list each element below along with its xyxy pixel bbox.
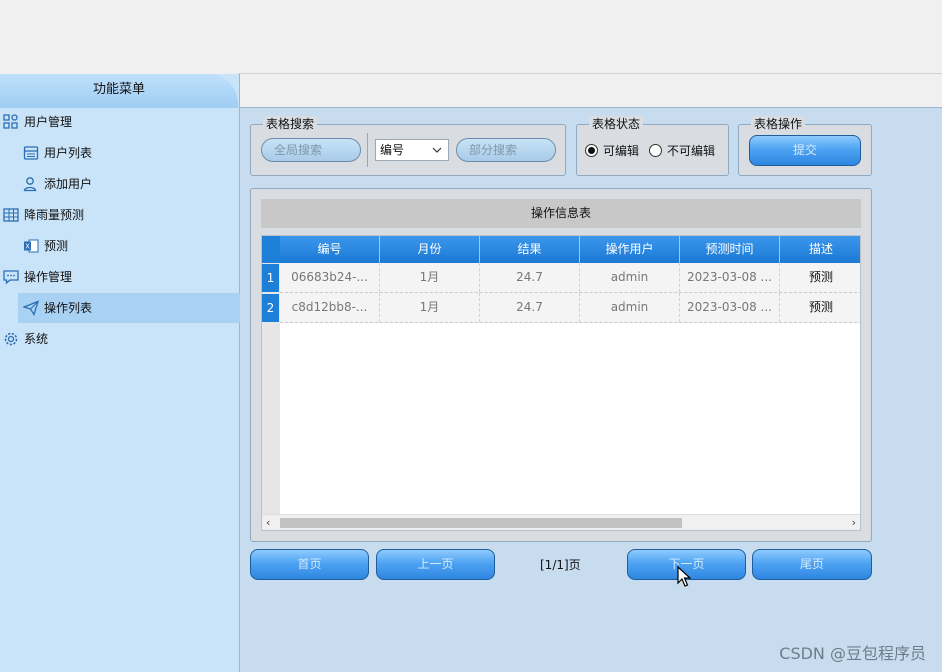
sidebar-item-label: 预测 xyxy=(44,239,69,253)
list-window-icon xyxy=(22,144,40,162)
editable-label: 可编辑 xyxy=(603,144,640,158)
not-editable-label: 不可编辑 xyxy=(667,144,716,158)
table-cell[interactable]: 24.7 xyxy=(480,293,580,322)
submit-button[interactable]: 提交 xyxy=(749,135,861,166)
table-cell[interactable]: 1月 xyxy=(380,293,480,322)
table-state-group-title: 表格状态 xyxy=(589,116,644,132)
sidebar-item-operation-list[interactable]: 操作列表 xyxy=(18,293,240,323)
column-header-result[interactable]: 结果 xyxy=(480,236,580,263)
excel-icon: X xyxy=(22,237,40,255)
row-number[interactable]: 1 xyxy=(262,264,279,292)
sidebar-item-predict[interactable]: X 预测 xyxy=(22,231,238,261)
sidebar-item-system[interactable]: 系统 xyxy=(2,324,238,354)
row-number[interactable]: 2 xyxy=(262,294,279,322)
prev-page-button[interactable]: 上一页 xyxy=(376,549,495,580)
users-grid-icon xyxy=(2,113,20,131)
page-info: [1/1]页 xyxy=(540,558,581,572)
scroll-left-icon[interactable]: ‹ xyxy=(266,515,270,530)
sidebar-item-label: 降雨量预测 xyxy=(24,208,85,222)
radio-checked-icon xyxy=(585,144,598,157)
search-field-select[interactable]: 编号 xyxy=(375,139,449,161)
table-row[interactable]: 06683b24-... 1月 24.7 admin 2023-03-08 ..… xyxy=(280,263,860,293)
partial-search-button[interactable]: 部分搜索 xyxy=(456,138,556,162)
chat-icon xyxy=(2,268,20,286)
chevron-down-icon xyxy=(432,140,442,168)
table-cell[interactable]: 预测 xyxy=(780,293,860,322)
sidebar-item-add-user[interactable]: 添加用户 xyxy=(22,169,238,199)
sidebar-item-operation-management[interactable]: 操作管理 xyxy=(2,262,238,292)
svg-text:X: X xyxy=(25,243,30,251)
global-search-button[interactable]: 全局搜索 xyxy=(261,138,361,162)
sidebar-item-label: 系统 xyxy=(24,332,49,346)
search-field-value: 编号 xyxy=(380,143,405,157)
radio-unchecked-icon xyxy=(649,144,662,157)
sidebar-title: 功能菜单 xyxy=(0,74,238,108)
table-cell[interactable]: admin xyxy=(580,263,680,292)
watermark: CSDN @豆包程序员 xyxy=(779,644,926,663)
table-cell[interactable]: 06683b24-... xyxy=(280,263,380,292)
add-user-icon xyxy=(22,175,40,193)
table-cell[interactable]: 1月 xyxy=(380,263,480,292)
first-page-button[interactable]: 首页 xyxy=(250,549,369,580)
column-header-id[interactable]: 编号 xyxy=(280,236,380,263)
search-group-title: 表格搜索 xyxy=(263,116,318,132)
sidebar-item-label: 用户列表 xyxy=(44,146,93,160)
scroll-right-icon[interactable]: › xyxy=(852,515,856,530)
table-ops-group-title: 表格操作 xyxy=(751,116,806,132)
top-divider xyxy=(238,73,942,74)
mouse-cursor-icon xyxy=(677,565,692,591)
sidebar-item-rainfall-prediction[interactable]: 降雨量预测 xyxy=(2,200,238,230)
not-editable-radio[interactable]: 不可编辑 xyxy=(649,142,715,159)
sidebar-item-label: 操作列表 xyxy=(44,301,93,315)
table-ops-group: 表格操作 提交 xyxy=(738,116,872,176)
table-row[interactable]: c8d12bb8-... 1月 24.7 admin 2023-03-08 ..… xyxy=(280,293,860,323)
horizontal-scrollbar[interactable]: ‹ › xyxy=(262,514,860,530)
search-group: 表格搜索 全局搜索 编号 部分搜索 xyxy=(250,116,566,176)
table-cell[interactable]: 预测 xyxy=(780,263,860,292)
sidebar-item-label: 添加用户 xyxy=(44,177,93,191)
sidebar: 功能菜单 用户管理 用户列表 添加用户 降雨量预测 X 预测 操作管理 操作列表… xyxy=(0,74,240,672)
table-panel: 操作信息表 编号 月份 结果 操作用户 预测时间 描述 1 06683b24-.… xyxy=(250,188,872,542)
scrollbar-thumb[interactable] xyxy=(280,518,682,528)
last-page-button[interactable]: 尾页 xyxy=(752,549,872,580)
separator xyxy=(367,133,368,167)
table-icon xyxy=(2,206,20,224)
table-cell[interactable]: 2023-03-08 ... xyxy=(680,293,780,322)
main-panel: 表格搜索 全局搜索 编号 部分搜索 表格状态 可编辑 不可编辑 表格操作 提交 … xyxy=(240,107,942,672)
data-grid[interactable]: 编号 月份 结果 操作用户 预测时间 描述 1 06683b24-... 1月 … xyxy=(261,235,861,531)
column-header-description[interactable]: 描述 xyxy=(780,236,860,263)
sidebar-item-label: 操作管理 xyxy=(24,270,73,284)
sidebar-item-user-management[interactable]: 用户管理 xyxy=(2,107,238,137)
table-caption: 操作信息表 xyxy=(261,199,861,228)
table-cell[interactable]: 24.7 xyxy=(480,263,580,292)
table-cell[interactable]: admin xyxy=(580,293,680,322)
table-cell[interactable]: c8d12bb8-... xyxy=(280,293,380,322)
gear-icon xyxy=(2,330,20,348)
window-top-area xyxy=(0,0,942,73)
send-icon xyxy=(22,299,40,317)
editable-radio[interactable]: 可编辑 xyxy=(585,142,639,159)
sidebar-item-user-list[interactable]: 用户列表 xyxy=(22,138,238,168)
table-state-group: 表格状态 可编辑 不可编辑 xyxy=(576,116,729,176)
sidebar-item-label: 用户管理 xyxy=(24,115,73,129)
table-cell[interactable]: 2023-03-08 ... xyxy=(680,263,780,292)
column-header-user[interactable]: 操作用户 xyxy=(580,236,680,263)
column-header-month[interactable]: 月份 xyxy=(380,236,480,263)
column-header-predict-time[interactable]: 预测时间 xyxy=(680,236,780,263)
grid-corner xyxy=(262,236,280,263)
